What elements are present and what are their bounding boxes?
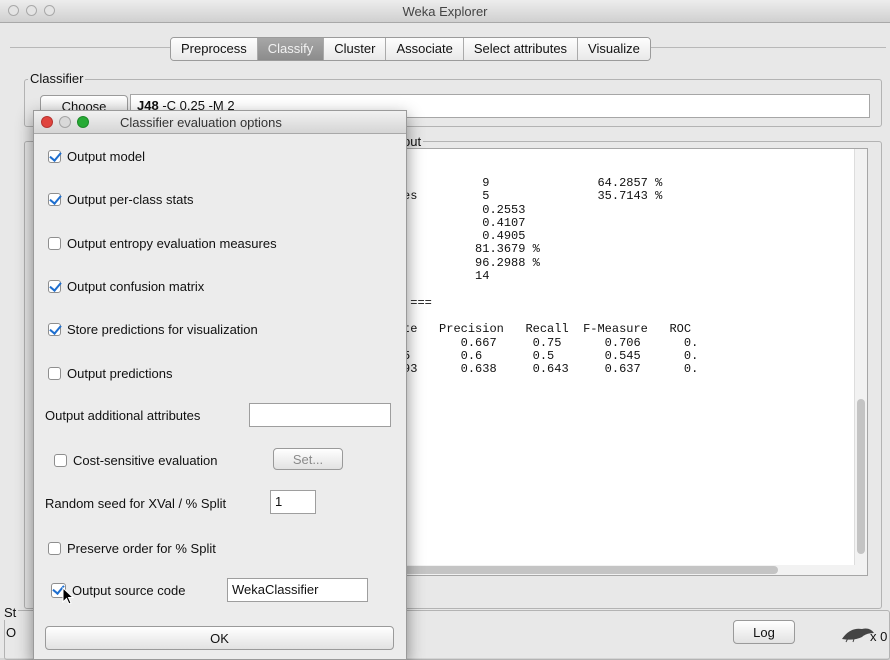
checkbox-unchecked-icon[interactable] — [48, 237, 61, 250]
window-titlebar: Weka Explorer — [0, 0, 890, 23]
tab-preprocess[interactable]: Preprocess — [171, 38, 258, 60]
random-seed-input[interactable]: 1 — [270, 490, 316, 514]
option-label: Store predictions for visualization — [67, 322, 258, 337]
option-label: Output predictions — [67, 366, 173, 381]
option-confusion-matrix[interactable]: Output confusion matrix — [48, 279, 204, 294]
dialog-titlebar: Classifier evaluation options — [34, 111, 406, 134]
status-text: O — [6, 625, 17, 640]
option-preserve-order[interactable]: Preserve order for % Split — [48, 541, 216, 556]
output-line: === Detailed Accuracy By Class === — [397, 295, 432, 310]
tab-associate[interactable]: Associate — [386, 38, 464, 60]
checkbox-unchecked-icon[interactable] — [48, 367, 61, 380]
status-group-label: St — [2, 605, 19, 620]
option-per-class-stats[interactable]: Output per-class stats — [48, 192, 193, 207]
tab-cluster[interactable]: Cluster — [324, 38, 387, 60]
output-line: Total Number of Instances 14 — [475, 269, 490, 284]
evaluation-options-dialog: Classifier evaluation options Output mod… — [33, 110, 407, 660]
source-code-name-input[interactable]: WekaClassifier — [227, 578, 368, 602]
tab-select-attributes[interactable]: Select attributes — [463, 38, 579, 60]
tab-visualize[interactable]: Visualize — [578, 38, 650, 60]
output-line: Correctly Classified Instances 9 64.2857… — [397, 176, 663, 190]
option-label: Output per-class stats — [67, 192, 194, 207]
status-count: x 0 — [870, 629, 888, 644]
output-text: Correctly Classified Instances 9 64.2857… — [397, 176, 699, 456]
additional-attributes-input[interactable] — [249, 403, 391, 427]
checkbox-checked-icon[interactable] — [48, 280, 61, 293]
output-vertical-scrollbar[interactable] — [854, 149, 867, 575]
output-line: Incorrectly Classified Instances 5 35.71… — [397, 189, 663, 204]
output-line: a b <-- classified as — [397, 416, 698, 429]
output-horizontal-scroll-thumb[interactable] — [398, 566, 778, 574]
output-line: 0.5 0.25 0.6 0.5 0.545 0. — [397, 348, 699, 363]
classifier-group-label: Classifier — [28, 71, 86, 86]
option-output-model[interactable]: Output model — [48, 149, 145, 164]
option-label: Output model — [67, 149, 146, 164]
window-title: Weka Explorer — [402, 4, 488, 19]
tab-classify[interactable]: Classify — [257, 38, 325, 60]
additional-attributes-label: Output additional attributes — [45, 408, 201, 423]
option-label: Preserve order for % Split — [67, 541, 216, 556]
output-line: Mean absolute error 0.4107 — [482, 215, 526, 230]
dialog-title: Classifier evaluation options — [120, 115, 282, 130]
option-output-predictions[interactable]: Output predictions — [48, 366, 173, 381]
log-button[interactable]: Log — [733, 620, 795, 644]
checkbox-checked-icon[interactable] — [48, 193, 61, 206]
dialog-close-icon[interactable] — [41, 116, 53, 128]
output-line: Root relative squared error 96.2988 % — [475, 255, 540, 270]
output-line: 3 3 | b = no — [397, 443, 698, 456]
classifier-output-text[interactable]: Correctly Classified Instances 9 64.2857… — [396, 148, 868, 576]
output-line: 0.75 0.5 0.667 0.75 0.706 0. — [397, 335, 699, 350]
dialog-minimize-icon[interactable] — [59, 116, 71, 128]
checkbox-checked-icon[interactable] — [48, 150, 61, 163]
output-line: Relative absolute error 81.3679 % — [475, 242, 540, 257]
tab-bar: Preprocess Classify Cluster Associate Se… — [170, 37, 651, 61]
checkbox-checked-icon[interactable] — [48, 323, 61, 336]
option-label: Output entropy evaluation measures — [67, 236, 277, 251]
option-store-predictions[interactable]: Store predictions for visualization — [48, 322, 258, 337]
output-line: TP Rate FP Rate Precision Recall F-Measu… — [397, 322, 692, 337]
option-cost-sensitive[interactable]: Cost-sensitive evaluation — [54, 453, 218, 468]
checkbox-unchecked-icon[interactable] — [54, 454, 67, 467]
output-line: === Confusion Matrix === — [397, 390, 698, 403]
output-line: Root mean squared error 0.4905 — [482, 229, 526, 244]
option-label: Cost-sensitive evaluation — [73, 453, 218, 468]
option-label: Output source code — [72, 583, 186, 598]
option-entropy-measures[interactable]: Output entropy evaluation measures — [48, 236, 277, 251]
output-horizontal-scrollbar[interactable] — [396, 565, 866, 575]
ok-button[interactable]: OK — [45, 626, 394, 650]
output-line: Kappa statistic 0.2553 — [482, 202, 526, 217]
random-seed-label: Random seed for XVal / % Split — [45, 496, 227, 511]
checkbox-unchecked-icon[interactable] — [48, 542, 61, 555]
dialog-zoom-icon[interactable] — [77, 116, 89, 128]
option-label: Output confusion matrix — [67, 279, 205, 294]
output-vertical-scroll-thumb[interactable] — [857, 399, 865, 554]
set-button[interactable]: Set... — [273, 448, 343, 470]
output-line: Weighted Avg. 0.643 0.393 0.638 0.643 0.… — [397, 362, 699, 377]
mouse-cursor-icon — [62, 587, 75, 605]
output-line: 6 2 | a = yes — [397, 430, 698, 443]
